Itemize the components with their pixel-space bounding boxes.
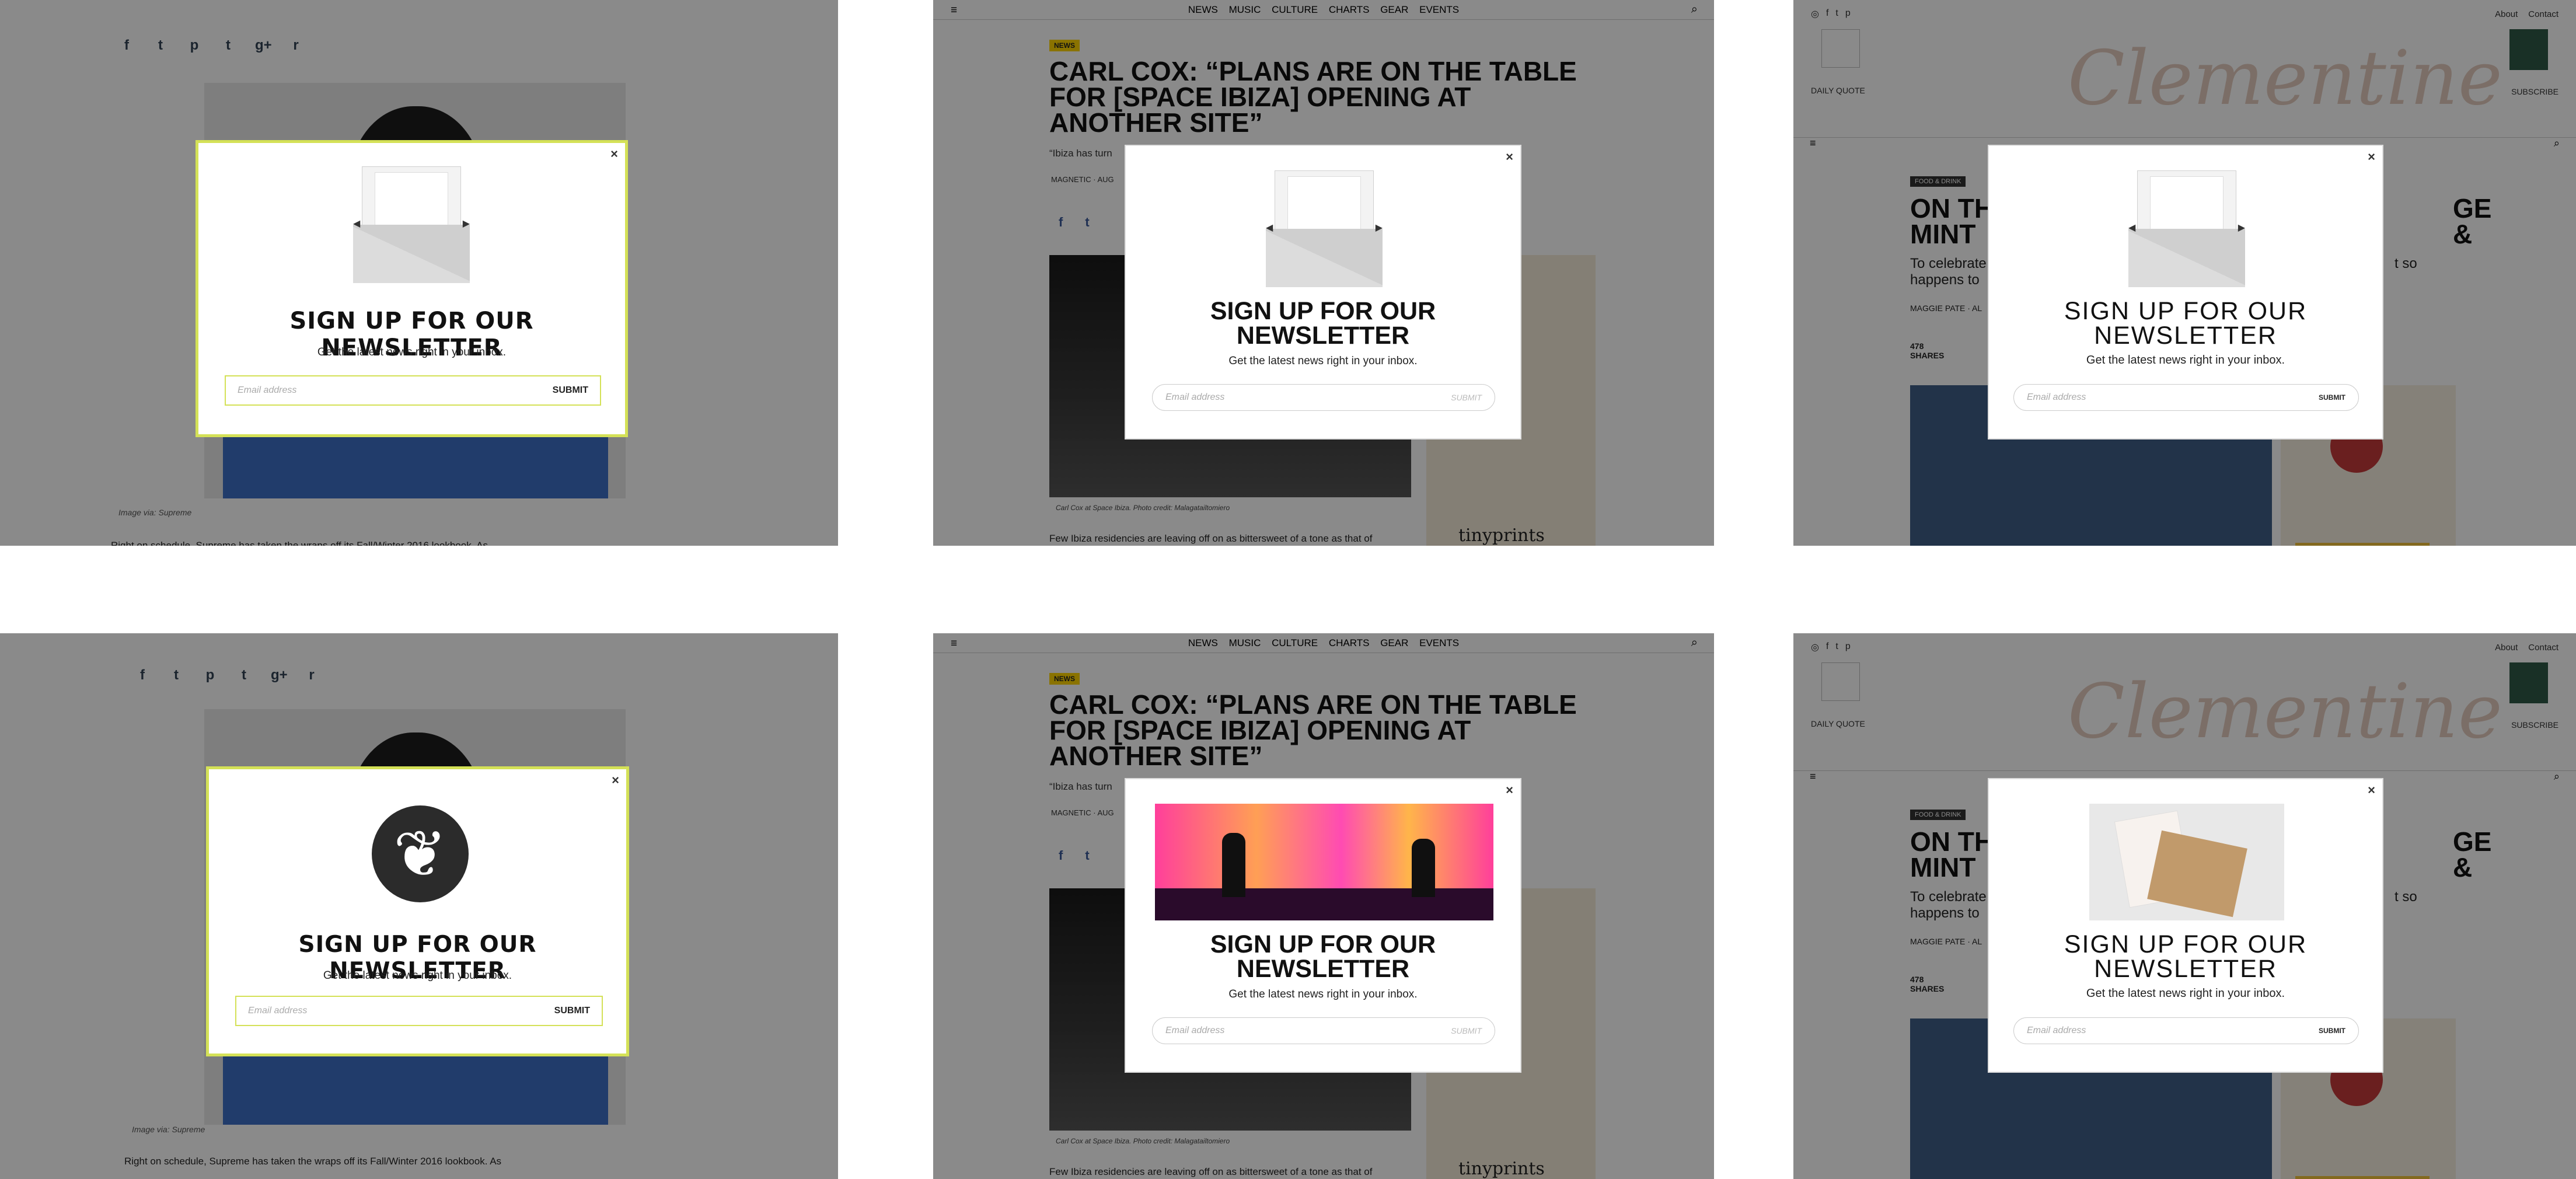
newsletter-subtitle: Get the latest news right in your inbox. (1228, 355, 1418, 367)
email-input[interactable]: Email address (2027, 1025, 2086, 1036)
email-form: Email address SUBMIT (2013, 384, 2359, 411)
email-form: Email address SUBMIT (1152, 1017, 1495, 1044)
newsletter-title: SIGN UP FOR OUR NEWSLETTER (2064, 297, 2308, 350)
newsletter-subtitle: Get the latest news right in your inbox. (2086, 354, 2285, 367)
newsletter-subtitle: Get the latest news right in your inbox. (2086, 987, 2285, 1000)
newsletter-modal: × SIGN UP FOR OUR NEWSLETTER Get the lat… (1125, 778, 1521, 1073)
newsletter-modal: × ◀ ▶ SIGN UP FOR OUR NEWSLETTER Get the … (1988, 145, 2383, 439)
email-form: Email address SUBMIT (2013, 1017, 2359, 1044)
submit-button[interactable]: SUBMIT (553, 385, 588, 396)
newsletter-modal: × SIGN UP FOR OUR NEWSLETTER Get the lat… (1988, 778, 2383, 1073)
newsletter-modal: × ❦ SIGN UP FOR OUR NEWSLETTER Get the l… (206, 766, 629, 1056)
email-input[interactable]: Email address (1165, 1025, 1224, 1036)
newsletter-subtitle: Get the latest news right in your inbox. (317, 346, 507, 358)
submit-button[interactable]: SUBMIT (2319, 393, 2345, 402)
close-icon[interactable]: × (612, 773, 619, 788)
email-form: Email address SUBMIT (225, 375, 601, 406)
newsletter-modal: × ◀ ▶ SIGN UP FOR OUR NEWSLETTER Get the … (196, 140, 628, 437)
close-icon[interactable]: × (2368, 783, 2375, 798)
email-input[interactable]: Email address (1165, 392, 1224, 403)
submit-button[interactable]: SUBMIT (2319, 1027, 2345, 1035)
envelope-icon: ◀ ▶ (2128, 170, 2245, 293)
submit-button[interactable]: SUBMIT (1451, 393, 1482, 402)
submit-button[interactable]: SUBMIT (1451, 1026, 1482, 1035)
concert-image (1155, 804, 1493, 920)
email-input[interactable]: Email address (2027, 392, 2086, 403)
tree-logo-icon: ❦ (372, 805, 469, 902)
supreme-article-panel-2: f t p t g+ r Image via: Supreme Right on… (0, 633, 838, 1179)
newsletter-subtitle: Get the latest news right in your inbox. (323, 969, 512, 982)
close-icon[interactable]: × (1506, 783, 1513, 798)
clementine-article-panel-2: ◎ f t p About Contact DAILY QUOTE Clementine… (1793, 633, 2576, 1179)
email-form: Email address SUBMIT (235, 996, 603, 1026)
clementine-article-panel-1: ◎ f t p About Contact DAILY QUOTE Clementine… (1793, 0, 2576, 546)
close-icon[interactable]: × (610, 146, 618, 162)
gift-image (2089, 804, 2284, 920)
newsletter-title: SIGN UP FOR OUR NEWSLETTER (1210, 297, 1436, 350)
supreme-article-panel-1: f t p t g+ r Image via: Supreme Right on… (0, 0, 838, 546)
email-input[interactable]: Email address (248, 1006, 307, 1016)
close-icon[interactable]: × (2368, 149, 2375, 165)
newsletter-title: SIGN UP FOR OUR NEWSLETTER (1210, 930, 1436, 983)
submit-button[interactable]: SUBMIT (554, 1006, 590, 1016)
magnetic-article-panel-1: ≡ NEWS MUSIC CULTURE CHARTS GEAR EVENTS … (933, 0, 1714, 546)
newsletter-modal: × ◀ ▶ SIGN UP FOR OUR NEWSLETTER Get the … (1125, 145, 1521, 439)
email-form: Email address SUBMIT (1152, 384, 1495, 411)
envelope-icon: ◀ ▶ (1266, 170, 1383, 293)
newsletter-subtitle: Get the latest news right in your inbox. (1228, 988, 1418, 1000)
email-input[interactable]: Email address (238, 385, 296, 396)
magnetic-article-panel-2: ≡ NEWS MUSIC CULTURE CHARTS GEAR EVENTS … (933, 633, 1714, 1179)
close-icon[interactable]: × (1506, 149, 1513, 165)
envelope-icon: ◀ ▶ (353, 166, 470, 295)
newsletter-title: SIGN UP FOR OUR NEWSLETTER (2064, 930, 2308, 983)
